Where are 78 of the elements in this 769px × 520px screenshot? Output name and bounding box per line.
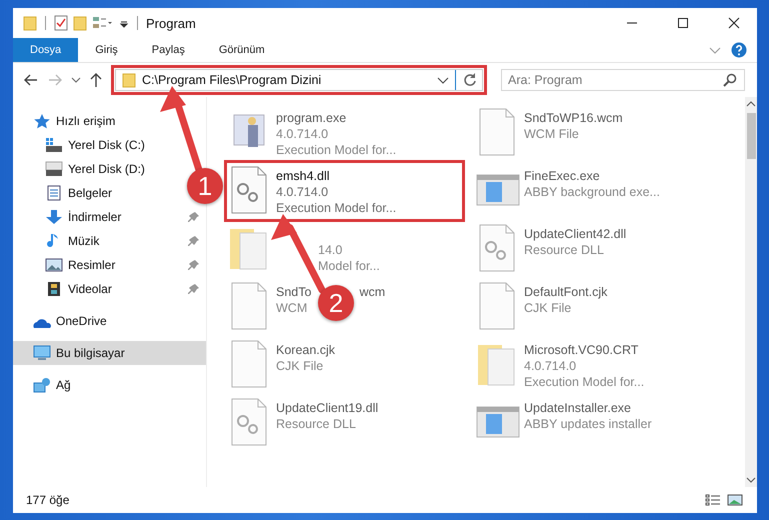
- scroll-down-icon[interactable]: [746, 477, 756, 483]
- file-name: program.exe: [276, 110, 346, 126]
- ribbon-tab[interactable]: Görünüm: [202, 38, 282, 62]
- file-detail: CJK File: [276, 358, 324, 374]
- file-detail: 14.0: [318, 242, 342, 258]
- drive-win-icon: [45, 137, 63, 153]
- scroll-thumb[interactable]: [746, 113, 756, 159]
- file-detail: ABBY background exe...: [524, 184, 660, 200]
- sidebar-item[interactable]: Videolar: [13, 277, 206, 301]
- network-icon: [33, 377, 51, 393]
- file-detail: CJK File: [524, 300, 572, 316]
- help-icon[interactable]: [731, 42, 747, 58]
- docs-icon: [45, 185, 63, 201]
- window-title: Program: [146, 16, 196, 30]
- search-icon[interactable]: [723, 73, 737, 87]
- dropdown-caret-icon[interactable]: [437, 76, 449, 84]
- ribbon-tab[interactable]: Paylaş: [134, 38, 202, 62]
- search-field[interactable]: Ara: Program: [501, 69, 745, 91]
- file-detail: WCM File: [524, 126, 579, 142]
- folder-icon: [122, 72, 136, 88]
- file-detail: ABBY updates installer: [524, 416, 652, 432]
- scroll-up-icon[interactable]: [746, 101, 756, 107]
- star-icon: [33, 113, 51, 129]
- sidebar-item[interactable]: OneDrive: [13, 309, 113, 333]
- file-name: SndToWP16.wcm: [524, 110, 623, 126]
- file-name: UpdateClient42.dll: [524, 226, 626, 242]
- file-detail: Execution Model for...: [276, 200, 396, 216]
- recent-caret-icon[interactable]: [71, 77, 81, 83]
- sidebar-item[interactable]: Yerel Disk (D:): [13, 157, 151, 181]
- file-name: SndTo: [276, 284, 312, 300]
- pictures-icon: [45, 257, 63, 273]
- file-detail: Execution Model for...: [524, 374, 644, 390]
- file-name: UpdateInstaller.exe: [524, 400, 632, 416]
- pin-icon[interactable]: [188, 235, 200, 247]
- thumbnail-view-icon[interactable]: [727, 494, 743, 506]
- sidebar-item[interactable]: Bu bilgisayar: [13, 341, 206, 365]
- file-detail: Execution Model for...: [276, 142, 396, 158]
- drive-icon: [45, 161, 63, 177]
- expand-ribbon-icon[interactable]: [709, 46, 721, 54]
- pin-icon[interactable]: [188, 259, 200, 271]
- properties-icon[interactable]: [92, 15, 114, 31]
- file-name: wcm: [359, 284, 386, 300]
- file-name: FineExec.exe: [524, 168, 600, 184]
- sidebar-item[interactable]: Yerel Disk (C:): [13, 133, 151, 157]
- scrollbar[interactable]: [745, 97, 757, 487]
- details-view-icon[interactable]: [705, 494, 721, 506]
- back-arrow-icon[interactable]: [23, 74, 39, 86]
- sidebar-item[interactable]: Hızlı erişim: [13, 109, 122, 133]
- file-name: DefaultFont.cjk: [524, 284, 608, 300]
- sidebar-item[interactable]: Belgeler: [13, 181, 118, 205]
- address-path: C:\Program Files\Program Dizini: [142, 73, 322, 87]
- file-name: emsh4.dll: [276, 168, 330, 184]
- file-detail: Resource DLL: [276, 416, 356, 432]
- sidebar-item[interactable]: İndirmeler: [13, 205, 206, 229]
- videos-icon: [45, 281, 63, 297]
- pc-icon: [33, 345, 51, 361]
- ribbon-tab[interactable]: Giriş: [78, 38, 135, 62]
- item-count: 177 öğe: [26, 493, 70, 507]
- sidebar-item[interactable]: Resimler: [13, 253, 206, 277]
- checklist-icon[interactable]: [54, 15, 68, 31]
- ribbon-tab[interactable]: Dosya: [13, 38, 78, 62]
- file-name: Microsoft.VC90.CRT: [524, 342, 638, 358]
- file-detail: Resource DLL: [524, 242, 604, 258]
- download-icon: [45, 209, 63, 225]
- up-arrow-icon[interactable]: [89, 72, 103, 88]
- file-detail: 4.0.714.0: [524, 358, 576, 374]
- refresh-icon[interactable]: [462, 72, 478, 88]
- file-item[interactable]: emsh4.dll 4.0.714.0 Execution Model for...: [226, 162, 463, 220]
- file-detail: Model for...: [318, 258, 380, 274]
- pin-icon[interactable]: [188, 283, 200, 295]
- file-detail: 4.0.714.0: [276, 184, 328, 200]
- file-name: Korean.cjk: [276, 342, 336, 358]
- file-name: UpdateClient19.dll: [276, 400, 378, 416]
- file-detail: 4.0.714.0: [276, 126, 328, 142]
- sidebar-item[interactable]: Müzik: [13, 229, 206, 253]
- sidebar-item[interactable]: Ağ: [13, 373, 77, 397]
- pin-icon[interactable]: [188, 211, 200, 223]
- file-detail: WCM: [276, 300, 308, 316]
